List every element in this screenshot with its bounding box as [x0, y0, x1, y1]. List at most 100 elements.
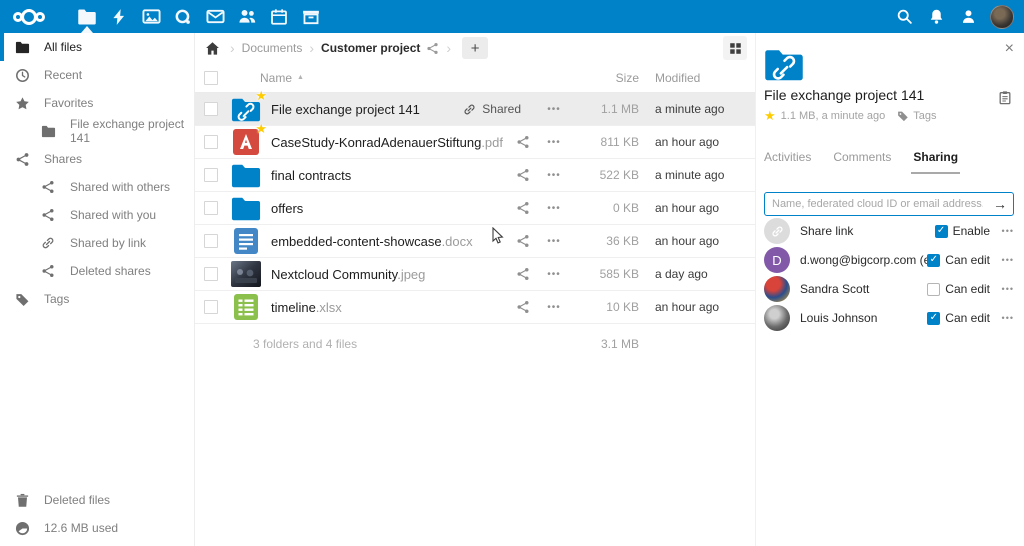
column-header-modified[interactable]: Modified: [655, 71, 747, 85]
contacts-menu-icon[interactable]: [952, 0, 984, 33]
can-edit-checkbox[interactable]: ✓: [927, 283, 940, 296]
nextcloud-logo[interactable]: [13, 0, 61, 33]
tags-label[interactable]: Tags: [913, 110, 936, 122]
sidebar-item-recent[interactable]: Recent: [0, 61, 194, 89]
share-recipient-input[interactable]: [765, 198, 987, 210]
mail-app-icon[interactable]: [199, 0, 231, 33]
share-icon: [40, 179, 56, 195]
sidebar-item-deleted-shares[interactable]: Deleted shares: [0, 257, 194, 285]
breadcrumb: › Documents › Customer project › +: [195, 33, 755, 63]
row-actions-menu[interactable]: •••: [535, 302, 573, 313]
clipboard-icon[interactable]: [998, 90, 1012, 105]
breadcrumb-documents[interactable]: Documents: [242, 41, 303, 55]
sidebar-item-shared-with-others[interactable]: Shared with others: [0, 173, 194, 201]
checkbox-label[interactable]: Can edit: [945, 311, 990, 325]
sidebar-item-favorites[interactable]: Favorites: [0, 89, 194, 117]
row-checkbox[interactable]: [204, 168, 218, 182]
shared-status[interactable]: Shared: [463, 102, 521, 116]
share-entry-menu[interactable]: •••: [996, 226, 1014, 236]
file-row[interactable]: Nextcloud Community.jpeg ••• 585 KB a da…: [195, 258, 755, 291]
details-title: File exchange project 141: [764, 87, 1014, 103]
sidebar-item-shared-by-link[interactable]: Shared by link: [0, 229, 194, 257]
file-row[interactable]: offers ••• 0 KB an hour ago: [195, 192, 755, 225]
share-entry-menu[interactable]: •••: [996, 313, 1014, 323]
sidebar-item-shares[interactable]: Shares: [0, 145, 194, 173]
share-icon[interactable]: [511, 300, 535, 314]
checkbox-label[interactable]: Enable: [953, 224, 990, 238]
row-checkbox[interactable]: [204, 267, 218, 281]
files-app-icon[interactable]: [71, 0, 103, 33]
tab-comments[interactable]: Comments: [833, 150, 891, 172]
tag-icon[interactable]: [897, 110, 909, 122]
share-entry-menu[interactable]: •••: [996, 284, 1014, 294]
activity-app-icon[interactable]: [103, 0, 135, 33]
file-row[interactable]: final contracts ••• 522 KB a minute ago: [195, 159, 755, 192]
checkbox-label[interactable]: Can edit: [945, 253, 990, 267]
sidebar-item-favorite-folder[interactable]: File exchange project 141: [0, 117, 194, 145]
checkbox-label[interactable]: Can edit: [945, 282, 990, 296]
contacts-app-icon[interactable]: [231, 0, 263, 33]
sidebar-item-quota[interactable]: 12.6 MB used: [0, 514, 194, 542]
breadcrumb-separator: ›: [230, 40, 235, 56]
sidebar-item-shared-with-you[interactable]: Shared with you: [0, 201, 194, 229]
breadcrumb-share-icon[interactable]: [426, 42, 439, 55]
breadcrumb-current-folder[interactable]: Customer project: [321, 41, 420, 55]
user-avatar[interactable]: [990, 5, 1014, 29]
sidebar-item-deleted-files[interactable]: Deleted files: [0, 486, 194, 514]
select-all-checkbox[interactable]: [204, 71, 218, 85]
row-actions-menu[interactable]: •••: [535, 236, 573, 247]
enable-checkbox[interactable]: ✓: [935, 225, 948, 238]
share-icon[interactable]: [511, 201, 535, 215]
deck-app-icon[interactable]: [295, 0, 327, 33]
column-header-name[interactable]: Name ▲: [260, 71, 573, 85]
active-app-marker: [81, 26, 93, 33]
row-actions-menu[interactable]: •••: [535, 269, 573, 280]
app-menu: [71, 0, 327, 33]
can-edit-checkbox[interactable]: ✓: [927, 254, 940, 267]
trash-icon: [14, 492, 30, 508]
link-icon: [40, 235, 56, 251]
home-icon[interactable]: [201, 37, 223, 59]
row-actions-menu[interactable]: •••: [535, 170, 573, 181]
logo-circle: [21, 9, 37, 25]
breadcrumb-separator: ›: [309, 40, 314, 56]
file-row[interactable]: timeline.xlsx ••• 10 KB an hour ago: [195, 291, 755, 324]
submit-arrow-icon[interactable]: →: [987, 196, 1013, 212]
file-row[interactable]: ★ CaseStudy-KonradAdenauerStiftung.pdf •…: [195, 126, 755, 159]
share-icon[interactable]: [511, 234, 535, 248]
calendar-app-icon[interactable]: [263, 0, 295, 33]
row-checkbox[interactable]: [204, 135, 218, 149]
row-checkbox[interactable]: [204, 300, 218, 314]
row-checkbox[interactable]: [204, 234, 218, 248]
file-row[interactable]: ★ File exchange project 141 Shared ••• 1…: [195, 93, 755, 126]
file-size: 1.1 MB: [573, 102, 639, 116]
gallery-app-icon[interactable]: [135, 0, 167, 33]
row-checkbox[interactable]: [204, 102, 218, 116]
sidebar-item-label: Shares: [44, 152, 82, 166]
new-file-button[interactable]: +: [462, 37, 488, 59]
circles-app-icon[interactable]: [167, 0, 199, 33]
row-checkbox[interactable]: [204, 201, 218, 215]
favorite-star-icon[interactable]: ★: [764, 108, 776, 124]
row-actions-menu[interactable]: •••: [535, 104, 573, 115]
tab-activities[interactable]: Activities: [764, 150, 811, 172]
file-name: Nextcloud Community.jpeg: [271, 267, 511, 282]
share-icon[interactable]: [511, 135, 535, 149]
row-actions-menu[interactable]: •••: [535, 203, 573, 214]
notifications-bell-icon[interactable]: [920, 0, 952, 33]
row-actions-menu[interactable]: •••: [535, 137, 573, 148]
search-icon[interactable]: [888, 0, 920, 33]
column-header-size[interactable]: Size: [573, 71, 639, 85]
sidebar-item-all-files[interactable]: All files: [0, 33, 194, 61]
sidebar-item-tags[interactable]: Tags: [0, 285, 194, 313]
breadcrumb-separator: ›: [446, 40, 451, 56]
share-icon[interactable]: [511, 168, 535, 182]
share-entry-menu[interactable]: •••: [996, 255, 1014, 265]
grid-view-toggle[interactable]: [723, 36, 747, 60]
can-edit-checkbox[interactable]: ✓: [927, 312, 940, 325]
close-icon[interactable]: ×: [1005, 41, 1014, 57]
share-icon[interactable]: [511, 267, 535, 281]
tab-sharing[interactable]: Sharing: [913, 150, 958, 172]
file-row[interactable]: embedded-content-showcase.docx ••• 36 KB…: [195, 225, 755, 258]
sidebar-item-label: Recent: [44, 68, 82, 82]
